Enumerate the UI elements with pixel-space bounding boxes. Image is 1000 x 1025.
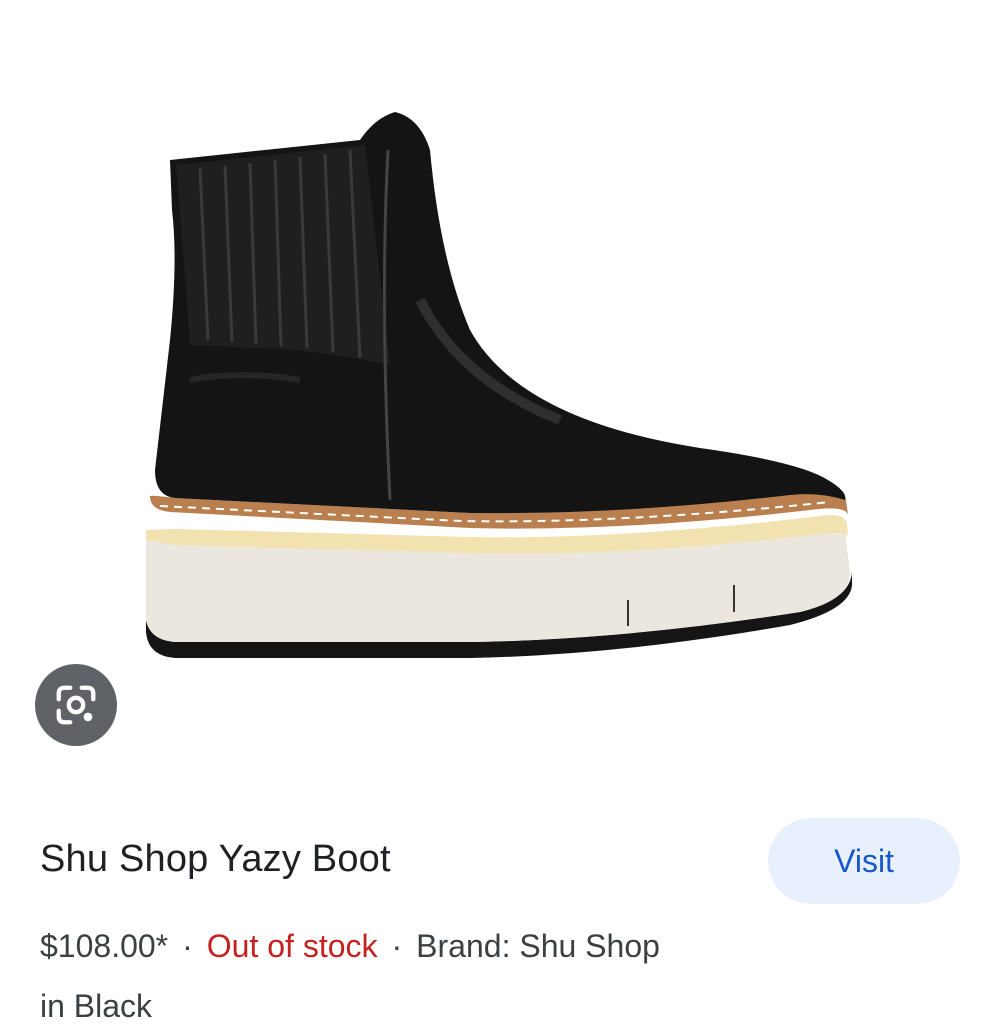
product-color-partial: in Black (40, 988, 153, 1024)
product-image[interactable] (0, 0, 1000, 800)
visit-button[interactable]: Visit (768, 818, 960, 904)
product-price: $108.00* (40, 928, 169, 964)
stock-status: Out of stock (206, 928, 378, 964)
separator: · (391, 928, 403, 964)
product-title: Shu Shop Yazy Boot (40, 838, 391, 880)
separator: · (182, 928, 193, 964)
lens-button[interactable] (35, 664, 117, 746)
visit-button-label: Visit (834, 842, 894, 879)
google-lens-icon (56, 685, 96, 725)
product-brand: Brand: Shu Shop (416, 928, 660, 964)
boot-illustration (146, 112, 852, 658)
product-meta-row: $108.00* · Out of stock · Brand: Shu Shop (40, 928, 660, 965)
